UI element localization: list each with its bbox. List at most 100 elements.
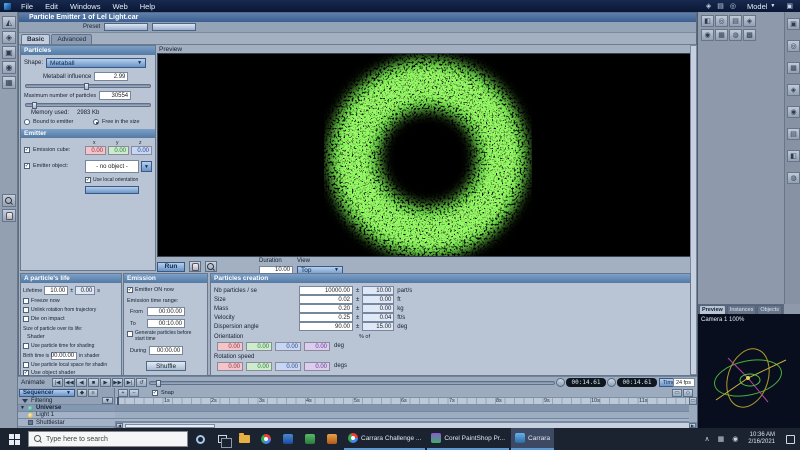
move-tool-icon[interactable]: ◈ <box>2 31 16 44</box>
rotation-z-field[interactable]: 0.00 <box>275 362 301 371</box>
globe-icon[interactable]: ◎ <box>727 2 739 10</box>
freeze-checkbox[interactable] <box>23 298 29 304</box>
creation-value-field[interactable]: 0.25 <box>299 313 353 322</box>
emission-cube-checkbox[interactable]: ✓ <box>24 147 30 153</box>
play-button[interactable]: ▶ <box>100 378 111 387</box>
assemble-tool-2-icon[interactable]: ◎ <box>715 15 728 27</box>
time-spinner-icon[interactable] <box>607 378 616 387</box>
rotation-y-field[interactable]: 0.00 <box>246 362 272 371</box>
tab-objects[interactable]: Objects <box>757 305 782 314</box>
scale-tool-icon[interactable]: ◉ <box>2 61 16 74</box>
creation-variance-field[interactable]: 0.04 <box>362 313 395 322</box>
object-shader-checkbox[interactable]: ✓ <box>23 370 29 376</box>
creation-value-field[interactable]: 0.20 <box>299 304 353 313</box>
unlink-checkbox[interactable] <box>23 307 29 313</box>
taskbar-app-carrara[interactable]: Carrara <box>511 428 555 450</box>
zoom-preview-button[interactable] <box>205 261 217 272</box>
app-pin-1-button[interactable] <box>278 428 298 450</box>
assemble-tool-1-icon[interactable]: ◧ <box>701 15 714 27</box>
emitter-on-checkbox[interactable]: ✓ <box>127 287 133 293</box>
orientation-bar[interactable] <box>85 186 139 194</box>
tray-expand-icon[interactable]: ∧ <box>701 435 712 443</box>
local-orientation-row[interactable]: ✓ Use local orientation <box>85 177 138 183</box>
fullscreen-icon[interactable]: ▣ <box>783 2 796 10</box>
strip-tool-5-icon[interactable]: ◉ <box>787 106 800 118</box>
cube-x-field[interactable]: 0.00 <box>85 146 106 155</box>
dialog-scrollbar[interactable] <box>690 45 697 375</box>
free-radio[interactable] <box>93 119 99 125</box>
object-shader-row[interactable]: ✓ Use object shader <box>23 370 75 376</box>
local-orientation-checkbox[interactable]: ✓ <box>85 177 91 183</box>
from-field[interactable]: 00:00.00 <box>147 307 185 316</box>
orientation-z-field[interactable]: 0.00 <box>275 342 301 351</box>
go-end-button[interactable]: ▶| <box>124 378 135 387</box>
die-row[interactable]: Die on impact <box>23 316 65 322</box>
app-pin-2-button[interactable] <box>300 428 320 450</box>
track-universe[interactable] <box>115 405 689 412</box>
select-tool-icon[interactable]: ◭ <box>2 16 16 29</box>
seq-corner-2-icon[interactable]: ◇ <box>683 389 693 397</box>
local-space-checkbox[interactable] <box>23 362 29 368</box>
next-frame-button[interactable]: ▶▶ <box>112 378 123 387</box>
fps-field[interactable]: 24 fps <box>673 378 695 387</box>
seq-tool-1-icon[interactable]: ◆ <box>77 389 87 397</box>
creation-variance-field[interactable]: 10.00 <box>362 286 395 295</box>
mode-selector[interactable]: Model ▼ <box>739 2 783 11</box>
pan-tool-icon[interactable] <box>2 209 16 222</box>
strip-tool-1-icon[interactable]: ▣ <box>787 18 800 30</box>
assemble-tool-5-icon[interactable]: ◉ <box>701 29 714 41</box>
freeze-row[interactable]: Freeze now <box>23 298 60 304</box>
strip-tool-4-icon[interactable]: ◈ <box>787 84 800 96</box>
explorer-button[interactable] <box>234 428 254 450</box>
generate-row[interactable]: Generate particles before start time <box>127 330 201 342</box>
snap-checkbox[interactable]: ✓ <box>152 390 158 396</box>
orientation-y-field[interactable]: 0.00 <box>246 342 272 351</box>
creation-variance-field[interactable]: 0.00 <box>362 295 395 304</box>
menu-web[interactable]: Web <box>106 2 133 11</box>
scrubber-thumb[interactable] <box>156 380 161 387</box>
preview-canvas[interactable] <box>157 53 691 257</box>
time-scrubber[interactable] <box>149 380 555 387</box>
taskbar-app-browser[interactable]: Carrara Challenge ... <box>344 428 426 450</box>
strip-tool-7-icon[interactable]: ◧ <box>787 150 800 162</box>
particle-time-row[interactable]: Use particle time for shading <box>23 343 94 349</box>
generate-checkbox[interactable] <box>127 331 133 337</box>
max-particles-slider[interactable] <box>25 102 151 109</box>
loop-button[interactable]: ↺ <box>136 378 147 387</box>
influence-field[interactable]: 2.99 <box>94 72 129 81</box>
strip-tool-3-icon[interactable]: ▦ <box>787 62 800 74</box>
taskbar-search[interactable]: Type here to search <box>28 431 188 447</box>
emitter-object-field[interactable]: - no object - <box>85 160 139 173</box>
creation-value-field[interactable]: 10000.00 <box>299 286 353 295</box>
menu-windows[interactable]: Windows <box>64 2 106 11</box>
slider-thumb[interactable] <box>84 83 89 90</box>
bound-radio[interactable] <box>24 119 30 125</box>
tree-item-light[interactable]: Light 1 <box>18 412 115 419</box>
cube-z-field[interactable]: 0.00 <box>131 146 152 155</box>
tab-advanced[interactable]: Advanced <box>51 34 93 44</box>
tree-item-universe[interactable]: ▼ Universe <box>18 405 115 412</box>
bound-option[interactable]: Bound to emitter <box>24 119 73 125</box>
ruler-corner-icon[interactable]: ▭ <box>689 397 697 405</box>
sequencer-button[interactable]: Sequencer ▼ <box>19 389 75 397</box>
slider-thumb[interactable] <box>32 102 37 109</box>
emitter-on-row[interactable]: ✓ Emitter ON now <box>127 287 174 293</box>
scene-icon[interactable]: ▤ <box>714 2 727 10</box>
orientation-w-field[interactable]: 0.00 <box>304 342 330 351</box>
notification-center-button[interactable] <box>782 428 798 450</box>
max-particles-field[interactable]: 30554 <box>99 91 132 100</box>
end-time-display[interactable]: 00:14.61 <box>607 378 657 387</box>
die-checkbox[interactable] <box>23 316 29 322</box>
local-space-row[interactable]: Use particle local space for shadin <box>23 362 107 368</box>
lifetime-variance-field[interactable]: 0.00 <box>75 286 96 295</box>
go-start-button[interactable]: |◀ <box>52 378 63 387</box>
filter-dropdown-button[interactable]: ▼ <box>102 397 113 404</box>
unlink-row[interactable]: Unlink rotation from trajectory <box>23 307 96 313</box>
task-view-button[interactable] <box>212 428 232 450</box>
track-light[interactable] <box>115 412 689 419</box>
cortana-button[interactable] <box>190 428 210 450</box>
shader-label[interactable]: Shader <box>27 334 45 340</box>
tab-preview[interactable]: Preview <box>699 305 726 314</box>
filtering-row[interactable]: Filtering ▼ <box>18 397 115 405</box>
assemble-tool-4-icon[interactable]: ◈ <box>743 15 756 27</box>
